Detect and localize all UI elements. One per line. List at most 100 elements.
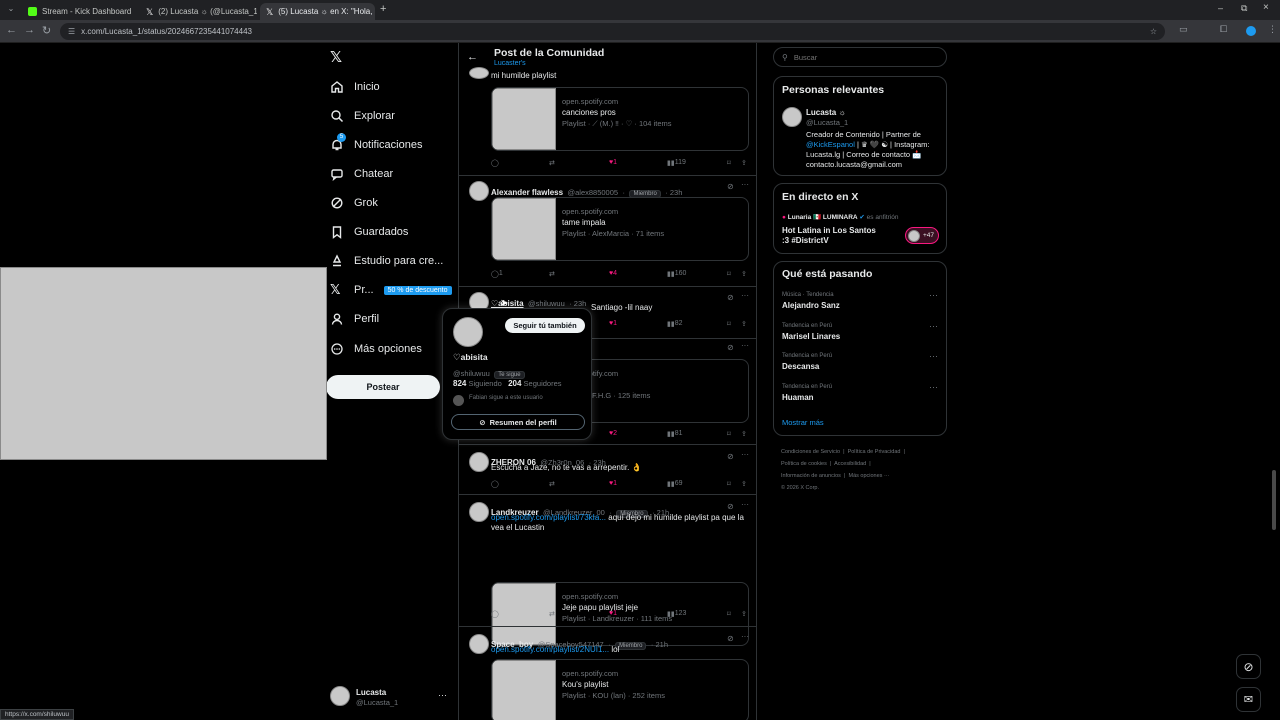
share-icon[interactable]: ⇪ <box>741 320 747 328</box>
close-window-icon[interactable]: × <box>1263 2 1269 13</box>
relevant-user-avatar[interactable] <box>782 107 802 127</box>
minimize-icon[interactable]: – <box>1218 3 1223 13</box>
hover-card-avatar[interactable] <box>453 317 483 347</box>
reply-icon[interactable]: ◯ <box>491 610 499 618</box>
trend-more-icon[interactable]: ··· <box>929 382 938 392</box>
nav-chat[interactable]: Chatear <box>330 162 393 186</box>
nav-profile[interactable]: Perfil <box>330 307 379 331</box>
post-more-icon[interactable]: ··· <box>741 500 749 509</box>
footer-link[interactable]: Política de Privacidad <box>848 449 901 455</box>
back-arrow-icon[interactable]: ← <box>467 51 478 63</box>
post-time[interactable]: · 21h <box>651 640 668 649</box>
share-icon[interactable]: ⇪ <box>741 270 747 278</box>
nav-grok[interactable]: Grok <box>330 191 378 215</box>
close-icon[interactable]: × <box>136 7 137 17</box>
site-info-icon[interactable]: ☰ <box>68 27 75 36</box>
restore-icon[interactable]: ⧉ <box>1241 3 1247 14</box>
browser-tab-kick[interactable]: Stream - Kick Dashboard × <box>22 3 137 20</box>
relevant-user-handle[interactable]: @Lucasta_1 <box>806 118 848 127</box>
bookmark-icon[interactable]: ⌑ <box>727 430 731 438</box>
like-icon[interactable]: ♥ 2 <box>609 430 617 437</box>
post-author-handle[interactable]: @shiluwuu <box>528 299 565 308</box>
new-tab-button[interactable]: + <box>380 3 386 15</box>
search-box[interactable]: ⚲ <box>773 47 947 67</box>
browser-tab-profile[interactable]: 𝕏 (2) Lucasta ☼ (@Lucasta_1) / X × <box>140 3 257 20</box>
follow-back-button[interactable]: Seguir tú también <box>505 318 585 333</box>
views-icon[interactable]: ▮▮ 69 <box>667 480 683 488</box>
footer-link[interactable]: Más opciones ··· <box>848 473 889 479</box>
trend-item[interactable]: Tendencia en Perú Huaman ··· <box>774 382 946 410</box>
page-scrollbar[interactable] <box>1272 470 1276 530</box>
nav-home[interactable]: Inicio <box>330 75 380 99</box>
nav-premium[interactable]: 𝕏 Pr... 50 % de descuento <box>330 278 452 302</box>
post-avatar[interactable] <box>469 634 489 654</box>
post-avatar[interactable] <box>469 502 489 522</box>
spotify-card[interactable]: open.spotify.com tame impala Playlist · … <box>491 197 749 261</box>
messages-float-button[interactable]: ✉ <box>1236 687 1261 712</box>
show-more-link[interactable]: Mostrar más <box>782 418 824 427</box>
live-listeners[interactable]: +47 <box>905 227 939 244</box>
trend-item[interactable]: Música · Tendencia Alejandro Sanz ··· <box>774 290 946 318</box>
post-more-icon[interactable]: ··· <box>741 632 749 641</box>
following-label[interactable]: Siguiendo <box>468 379 501 388</box>
browser-tab-status[interactable]: 𝕏 (5) Lucasta ☼ en X: "Hola, rec... × <box>260 3 375 20</box>
views-icon[interactable]: ▮▮ 119 <box>667 159 686 167</box>
grok-icon[interactable]: ⊘ <box>727 452 734 461</box>
grok-icon[interactable]: ⊘ <box>727 343 734 352</box>
post-avatar[interactable] <box>469 181 489 201</box>
bookmark-star-icon[interactable]: ☆ <box>1150 27 1157 36</box>
like-icon[interactable]: ♥ 1 <box>609 610 617 617</box>
post-more-icon[interactable]: ··· <box>741 450 749 459</box>
live-event-title[interactable]: Hot Latina in Los Santos :3 #DistrictV <box>782 226 882 246</box>
grok-icon[interactable]: ⊘ <box>727 502 734 511</box>
post-author-name[interactable]: Alexander flawless <box>491 188 563 197</box>
bookmark-icon[interactable]: ⌑ <box>727 159 731 167</box>
footer-link[interactable]: Política de cookies <box>781 461 827 467</box>
followers-label[interactable]: Seguidores <box>524 379 562 388</box>
trend-item[interactable]: Tendencia en Perú Marisel Linares ··· <box>774 321 946 349</box>
views-icon[interactable]: ▮▮ 160 <box>667 270 686 278</box>
post-button[interactable]: Postear <box>326 375 440 399</box>
reply-icon[interactable]: ◯ 1 <box>491 270 503 278</box>
followers-count[interactable]: 204 <box>508 379 521 388</box>
grok-float-button[interactable]: ⊘ <box>1236 654 1261 679</box>
account-more-icon[interactable]: ··· <box>438 690 447 700</box>
search-input[interactable] <box>793 52 934 62</box>
forward-icon[interactable]: → <box>24 24 35 36</box>
trend-item[interactable]: Tendencia en Perú Descansa ··· <box>774 351 946 379</box>
trend-more-icon[interactable]: ··· <box>929 321 938 331</box>
post-author-handle[interactable]: @alex8850005 <box>568 188 619 197</box>
like-icon[interactable]: ♥ 1 <box>609 320 617 327</box>
live-host[interactable]: ● Lunaria 🇲🇽 LUMINARA ✔ es anfitrión <box>782 213 898 221</box>
nav-bookmarks[interactable]: Guardados <box>330 220 408 244</box>
back-icon[interactable]: ← <box>6 24 17 36</box>
community-name[interactable]: Lucaster's <box>494 60 526 67</box>
like-icon[interactable]: ♥ 4 <box>609 270 617 277</box>
spotify-card[interactable]: open.spotify.com Kou's playlist Playlist… <box>491 659 749 720</box>
profile-avatar-icon[interactable] <box>1246 26 1256 36</box>
x-logo-icon[interactable]: 𝕏 <box>330 50 346 66</box>
share-icon[interactable]: ⇪ <box>741 159 747 167</box>
bookmark-icon[interactable]: ⌑ <box>727 610 731 618</box>
views-icon[interactable]: ▮▮ 123 <box>667 610 686 618</box>
post-link[interactable]: open.spotify.com/playlist/73kIa... <box>491 513 606 522</box>
nav-more-options[interactable]: Más opciones <box>330 337 422 361</box>
bookmark-icon[interactable]: ⌑ <box>727 270 731 278</box>
nav-explore[interactable]: Explorar <box>330 104 395 128</box>
nav-creator-studio[interactable]: Estudio para cre... <box>330 249 443 273</box>
cast-icon[interactable]: ▭ <box>1179 24 1188 35</box>
reply-icon[interactable]: ◯ <box>491 480 499 488</box>
grok-icon[interactable]: ⊘ <box>727 182 734 191</box>
following-count[interactable]: 824 <box>453 379 466 388</box>
share-icon[interactable]: ⇪ <box>741 480 747 488</box>
nav-notifications[interactable]: 5 Notificaciones <box>330 133 422 157</box>
spotify-card[interactable]: open.spotify.com canciones pros Playlist… <box>491 87 749 151</box>
url-field[interactable]: ☰ x.com/Lucasta_1/status/202466723544107… <box>60 23 1165 40</box>
post-more-icon[interactable]: ··· <box>741 341 749 350</box>
post-avatar[interactable] <box>469 452 489 472</box>
reply-icon[interactable]: ◯ <box>491 159 499 167</box>
profile-summary-button[interactable]: ⊘ Resumen del perfil <box>451 414 585 430</box>
account-switcher[interactable]: Lucasta @Lucasta_1 ··· <box>330 686 450 710</box>
footer-link[interactable]: Información de anuncios <box>781 473 841 479</box>
views-icon[interactable]: ▮▮ 82 <box>667 320 683 328</box>
